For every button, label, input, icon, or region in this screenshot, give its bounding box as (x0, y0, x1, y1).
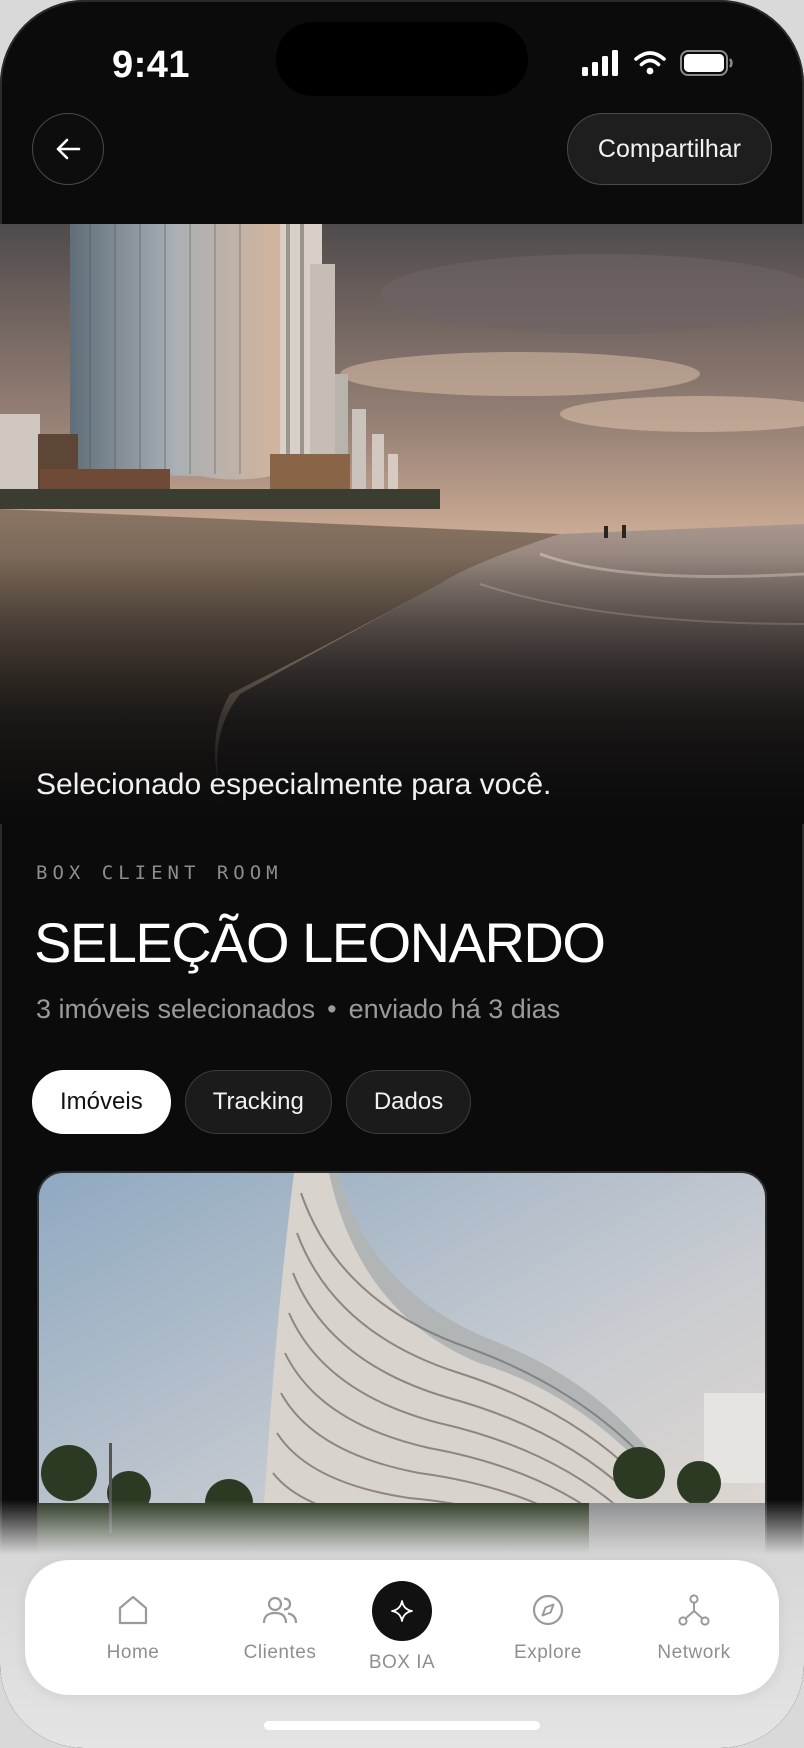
back-button[interactable] (32, 113, 104, 185)
arrow-left-icon (56, 138, 81, 160)
status-icons (582, 50, 734, 76)
sparkle-icon (391, 1600, 413, 1622)
dynamic-island (276, 22, 528, 96)
nav-label-box-ia: BOX IA (368, 1652, 436, 1673)
nav-label-network: Network (657, 1642, 731, 1663)
compass-icon (532, 1594, 564, 1626)
nav-label-clientes: Clientes (243, 1642, 317, 1663)
property-count: 3 imóveis selecionados (36, 994, 316, 1024)
status-time: 9:41 (112, 44, 191, 86)
tab-dados[interactable]: Dados (345, 1070, 472, 1134)
meta-separator: • (327, 994, 337, 1024)
nav-label-home: Home (106, 1642, 160, 1663)
wifi-icon (634, 51, 666, 75)
home-indicator[interactable] (264, 1721, 540, 1730)
hero-tagline: Selecionado especialmente para você. (36, 768, 552, 801)
tab-tracking[interactable]: Tracking (184, 1070, 332, 1134)
hero-image (0, 224, 804, 824)
users-icon (262, 1596, 298, 1624)
share-button[interactable]: Compartilhar (566, 113, 772, 185)
tab-imoveis[interactable]: Imóveis (32, 1070, 171, 1134)
page-title: SELEÇÃO LEONARDO (34, 911, 606, 974)
nav-explore[interactable]: Explore (478, 1560, 618, 1695)
nav-home[interactable]: Home (63, 1560, 203, 1695)
room-meta: 3 imóveis selecionados • enviado há 3 di… (36, 994, 560, 1025)
segment-tabs: Imóveis Tracking Dados (32, 1070, 472, 1134)
nav-box-ia[interactable]: BOX IA (332, 1560, 472, 1695)
nav-network[interactable]: Network (624, 1560, 764, 1695)
network-icon (678, 1594, 710, 1626)
home-icon (118, 1595, 148, 1625)
nav-label-explore: Explore (514, 1642, 582, 1663)
battery-icon (680, 50, 733, 76)
cellular-signal-icon (582, 50, 618, 76)
phone-screen: 9:41 Compartilhar Selecionado especialme… (0, 0, 804, 1748)
bottom-nav: Home Clientes BOX IA Explore Network (25, 1560, 779, 1695)
hero-gradient-overlay (0, 224, 804, 824)
sent-time: enviado há 3 dias (348, 994, 561, 1024)
nav-clientes[interactable]: Clientes (210, 1560, 350, 1695)
room-eyebrow: BOX CLIENT ROOM (36, 862, 283, 884)
